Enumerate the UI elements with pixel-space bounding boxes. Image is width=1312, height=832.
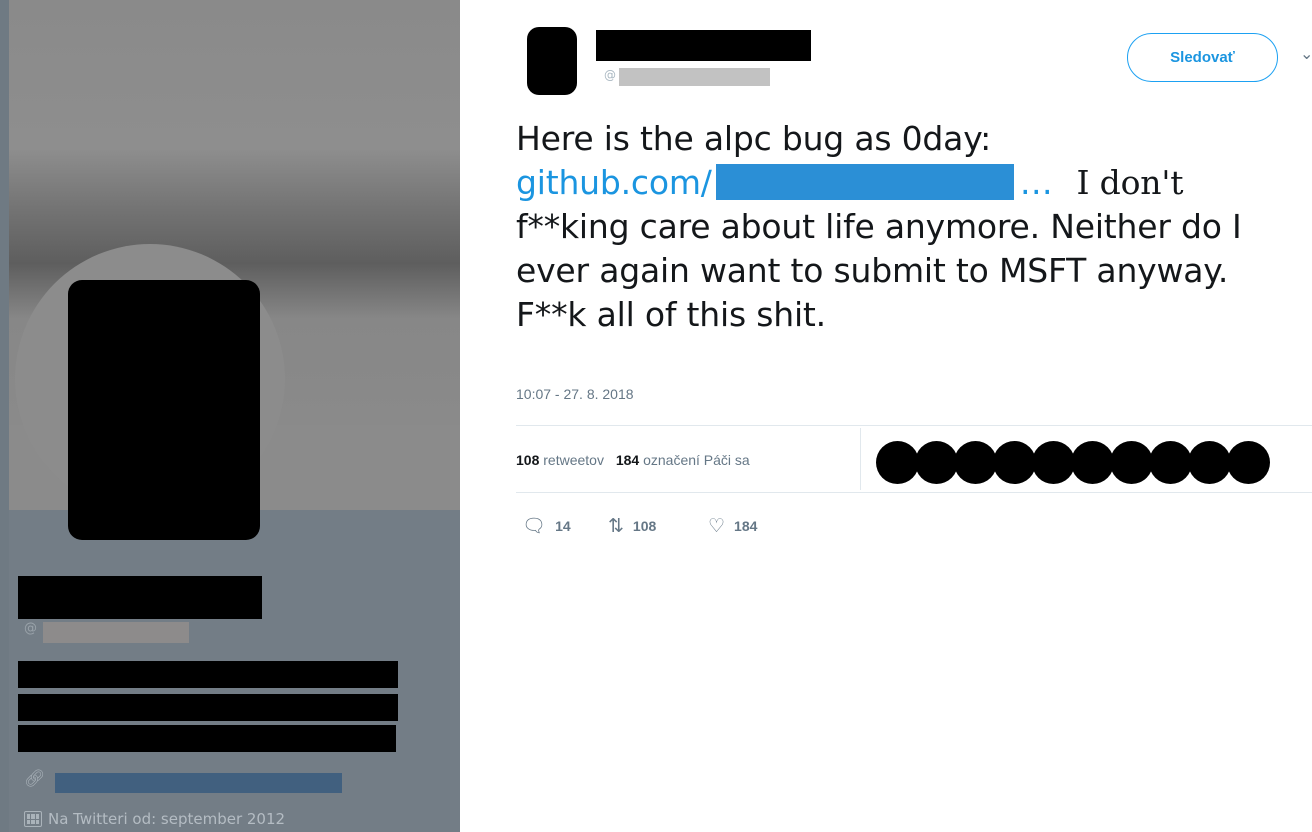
like-count: 184	[734, 518, 758, 534]
tweet-link-redacted[interactable]	[715, 164, 1014, 200]
tweet-link[interactable]: github.com/	[516, 163, 712, 202]
follow-button[interactable]: Sledovať	[1127, 33, 1278, 82]
tweet-text-after-link: I don't	[1076, 163, 1184, 202]
profile-handle-at: @	[24, 621, 37, 636]
liker-avatar[interactable]	[1110, 441, 1153, 484]
chevron-down-icon[interactable]: ⌄	[1300, 44, 1312, 63]
reply-button[interactable]: 🗨︎ 14	[522, 514, 608, 538]
profile-panel: @ 🔗︎ Na Twitteri od: september 2012	[0, 0, 470, 832]
likes-label[interactable]: označení Páči sa	[643, 452, 750, 468]
tweet-timestamp[interactable]: 10:07 - 27. 8. 2018	[516, 386, 634, 402]
profile-avatar-redacted[interactable]	[68, 280, 260, 540]
tweet-author-avatar-redacted[interactable]	[527, 27, 577, 95]
liker-avatar[interactable]	[1071, 441, 1114, 484]
retweets-label[interactable]: retweetov	[543, 452, 604, 468]
reply-count: 14	[555, 518, 571, 534]
tweet-link-ellipsis[interactable]: …	[1020, 163, 1053, 202]
stats-separator	[860, 428, 861, 490]
profile-bio-line-2-redacted	[18, 694, 398, 721]
tweet-text: Here is the alpc bug as 0day: github.com…	[516, 117, 1312, 337]
liker-avatar[interactable]	[993, 441, 1036, 484]
liker-avatar[interactable]	[915, 441, 958, 484]
retweets-count[interactable]: 108	[516, 452, 539, 468]
liker-avatar[interactable]	[954, 441, 997, 484]
profile-joined-text: Na Twitteri od: september 2012	[48, 810, 286, 828]
profile-name-redacted	[18, 576, 262, 619]
tweet-author-handle-at: @	[604, 68, 616, 82]
liker-avatar[interactable]	[1032, 441, 1075, 484]
liker-avatar[interactable]	[876, 441, 919, 484]
tweet-line-4: ever again want to submit to MSFT anyway…	[516, 251, 1229, 290]
profile-handle-redacted	[43, 622, 189, 643]
tweet-author-handle-redacted	[619, 68, 770, 86]
tweet-line-5: F**k all of this shit.	[516, 295, 826, 334]
calendar-icon	[24, 811, 42, 827]
stats-bottom-divider	[516, 492, 1312, 493]
retweet-count: 108	[632, 518, 657, 534]
stats-top-divider	[516, 425, 1312, 426]
liker-avatar[interactable]	[1227, 441, 1270, 484]
tweet-author-name-redacted[interactable]	[596, 30, 811, 61]
liker-avatars	[876, 441, 1270, 484]
link-icon: 🔗︎	[24, 769, 46, 789]
liker-avatar[interactable]	[1149, 441, 1192, 484]
like-button[interactable]: ♡ 184	[708, 515, 757, 538]
heart-icon: ♡	[708, 515, 726, 537]
tweet-actions: 🗨︎ 14 ⇅ 108 ♡ 184	[522, 514, 757, 538]
tweet-line-1: Here is the alpc bug as 0day:	[516, 119, 992, 158]
retweet-icon: ⇅	[608, 515, 624, 537]
tweet-line-2: github.com/ … I don't	[516, 161, 1312, 205]
tweet-stats: 108 retweetov 184 označení Páči sa	[516, 452, 750, 468]
likes-count[interactable]: 184	[616, 452, 639, 468]
liker-avatar[interactable]	[1188, 441, 1231, 484]
profile-website-redacted[interactable]	[55, 773, 342, 793]
panel-edge	[460, 0, 470, 832]
reply-icon: 🗨︎	[522, 516, 547, 537]
profile-joined: Na Twitteri od: september 2012	[24, 810, 285, 828]
profile-bio-line-1-redacted	[18, 661, 398, 688]
retweet-button[interactable]: ⇅ 108	[608, 515, 708, 538]
tweet-line-3: f**king care about life anymore. Neither…	[516, 207, 1242, 246]
profile-bio-line-3-redacted	[18, 725, 396, 752]
